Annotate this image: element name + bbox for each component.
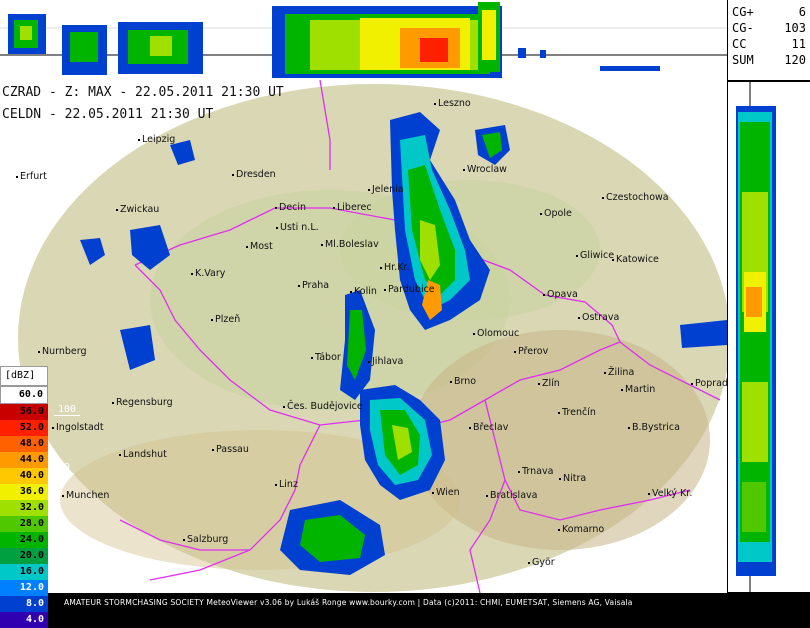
stat-cg-minus: CG- 103 [732, 21, 806, 35]
lightning-scale-10: 10 [54, 462, 75, 474]
city-label: Opole [540, 208, 572, 219]
top-profile-svg [0, 2, 727, 78]
city-label: Leszno [434, 98, 471, 109]
legend-entry: 56.0 [0, 404, 48, 420]
city-label: Kolin [350, 286, 377, 297]
legend-title: [dBZ] [0, 366, 48, 386]
city-label: Plzeň [211, 314, 240, 325]
legend-entry: 36.0 [0, 484, 48, 500]
city-label: Zwickau [116, 204, 159, 215]
city-label: Přerov [514, 346, 548, 357]
top-echo-2 [62, 25, 107, 75]
city-label: Čes. Budějovice [283, 401, 363, 412]
right-profile-svg [736, 82, 776, 592]
city-label: Žilina [604, 367, 634, 378]
dbz-legend: [dBZ] 60.0 56.0 52.0 48.0 44.0 40.0 36.0 32.0 28… [0, 366, 48, 628]
legend-entry: 16.0 [0, 564, 48, 580]
radar-product-title: CZRAD - Z: MAX - 22.05.2011 21:30 UT [2, 85, 284, 100]
top-echo-main [272, 2, 502, 78]
city-label: Ingolstadt [52, 422, 104, 433]
city-label: K.Vary [191, 268, 225, 279]
lightning-scale-0-1: 0.1 [54, 560, 81, 572]
city-label: Usti n.L. [276, 222, 319, 233]
stat-sum: SUM 120 [732, 53, 806, 67]
city-label: Trnava [518, 466, 553, 477]
lightning-scale-1: 1 [54, 524, 69, 536]
city-label: Linz [275, 479, 298, 490]
city-label: Olomouc [473, 328, 519, 339]
city-label: Most [246, 241, 273, 252]
top-echo-3 [118, 22, 203, 74]
city-label: Salzburg [183, 534, 228, 545]
lightning-stats: CG+ 6 CG- 103 CC 11 SUM 120 [728, 0, 810, 80]
legend-entry: 4.0 [0, 612, 48, 628]
city-label: Brno [450, 376, 476, 387]
city-label: Trenčín [558, 407, 596, 418]
legend-entry: 48.0 [0, 436, 48, 452]
legend-entry: 28.0 [0, 516, 48, 532]
map-header: CZRAD - Z: MAX - 22.05.2011 21:30 UT CEL… [2, 82, 284, 126]
city-label: Ostrava [578, 312, 619, 323]
city-label: Passau [212, 444, 249, 455]
city-label: Jelenia [368, 184, 404, 195]
legend-entry: 60.0 [0, 386, 48, 404]
city-label: Nitra [559, 473, 586, 484]
legend-entry: 40.0 [0, 468, 48, 484]
radar-map[interactable] [0, 80, 727, 593]
footer-credits: AMATEUR STORMCHASING SOCIETY MeteoViewer… [0, 596, 810, 610]
city-label: Bratislava [486, 490, 537, 501]
city-label: Munchen [62, 490, 109, 501]
legend-entry: 52.0 [0, 420, 48, 436]
city-label: Erfurt [16, 171, 47, 182]
city-label: Györ [528, 557, 555, 568]
city-label: Katowice [612, 254, 659, 265]
stat-cg-plus: CG+ 6 [732, 5, 806, 19]
stat-cc: CC 11 [732, 37, 806, 51]
city-label: Hr.Kr. [380, 262, 409, 273]
city-label: Opava [543, 289, 578, 300]
city-label: Wroclaw [463, 164, 507, 175]
city-label: Gliwice [576, 250, 614, 261]
city-label: Poprad [691, 378, 728, 389]
legend-entry: 44.0 [0, 452, 48, 468]
city-label: Ml.Boleslav [321, 239, 379, 250]
city-label: Wien [432, 487, 460, 498]
legend-entry: 20.0 [0, 548, 48, 564]
right-profile-strip [728, 82, 810, 592]
city-label: Komarno [558, 524, 604, 535]
legend-entry: 12.0 [0, 580, 48, 596]
top-profile-strip [0, 0, 727, 81]
city-label: Regensburg [112, 397, 173, 408]
map-svg [0, 80, 727, 593]
city-label: Praha [298, 280, 329, 291]
city-label: Pardubice [384, 284, 435, 295]
city-label: Tábor [311, 352, 341, 363]
city-label: B.Bystrica [628, 422, 680, 433]
legend-entry: 32.0 [0, 500, 48, 516]
city-label: Nurnberg [38, 346, 87, 357]
legend-rows: 60.0 56.0 52.0 48.0 44.0 40.0 36.0 32.0 28.0 24.0… [0, 386, 48, 628]
city-label: Velký Kr. [648, 488, 692, 499]
top-echo-1 [8, 14, 46, 54]
top-echo-small [518, 48, 660, 71]
lightning-product-title: CELDN - 22.05.2011 21:30 UT [2, 107, 214, 122]
city-label: Břeclav [469, 422, 508, 433]
city-label: Martin [621, 384, 655, 395]
city-label: Jihlava [368, 356, 403, 367]
legend-entry: 24.0 [0, 532, 48, 548]
city-label: Dresden [232, 169, 276, 180]
lightning-scale-100: 100 [54, 404, 81, 416]
city-label: Decin [275, 202, 306, 213]
city-label: Liberec [333, 202, 372, 213]
city-label: Zlín [538, 378, 560, 389]
city-label: Czestochowa [602, 192, 669, 203]
city-label: Leipzig [138, 134, 175, 145]
city-label: Landshut [119, 449, 167, 460]
